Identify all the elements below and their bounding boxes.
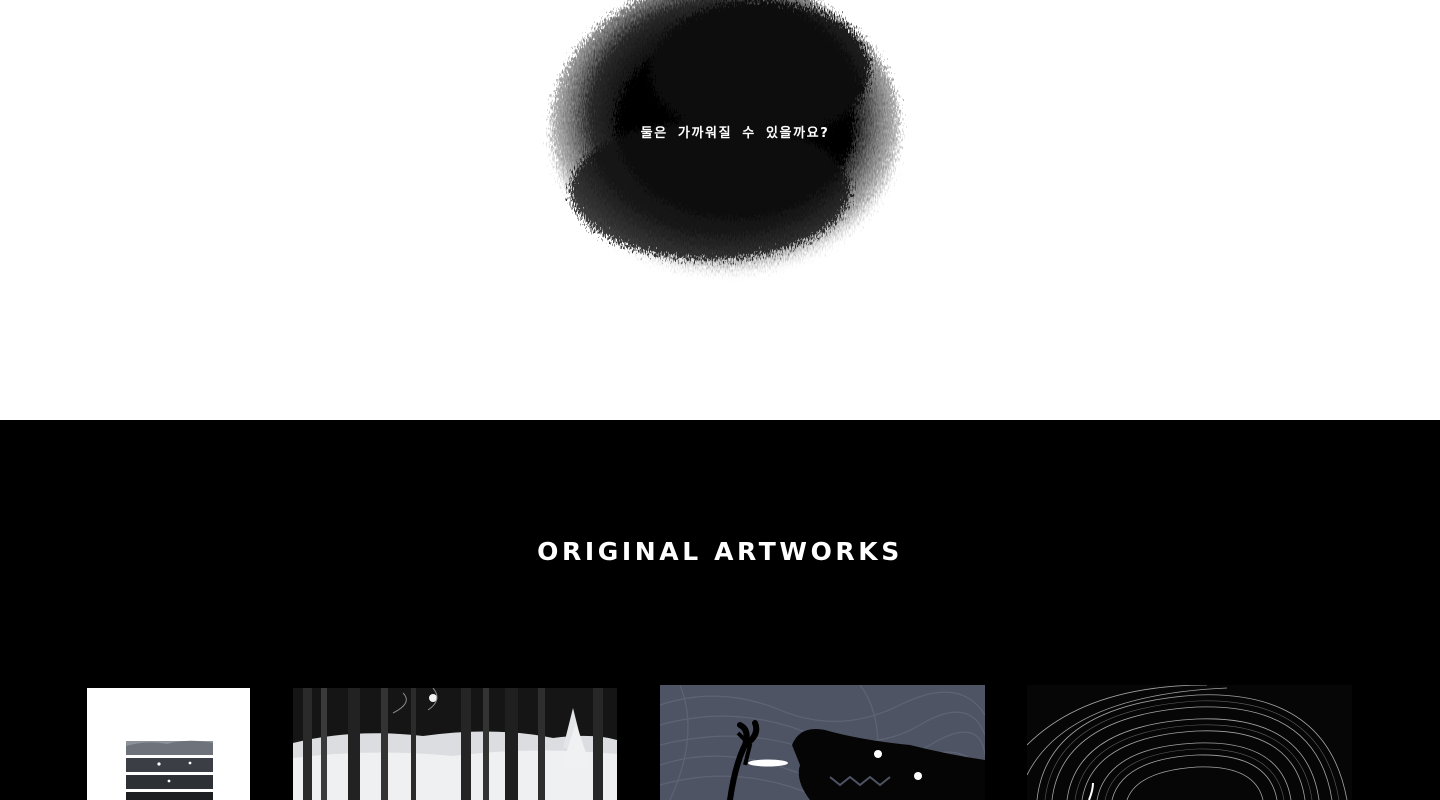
artwork-thumbnail-2[interactable] [293, 688, 617, 800]
ink-blot-illustration [530, 0, 920, 310]
snowy-forest-artwork [293, 688, 617, 800]
artwork-thumbnail-3[interactable] [660, 685, 985, 800]
page: 둘은 가까워질 수 있을까요? ORIGINAL ARTWORKS [0, 0, 1440, 800]
hero-caption: 둘은 가까워질 수 있을까요? [640, 126, 830, 141]
section-title: ORIGINAL ARTWORKS [537, 537, 903, 566]
artwork-thumbnail-4[interactable] [1027, 685, 1352, 800]
artwork-thumbnail-1[interactable] [87, 688, 250, 800]
dark-creature-artwork [660, 685, 985, 800]
layered-landscape-artwork [87, 688, 250, 800]
original-artworks-section: ORIGINAL ARTWORKS [0, 420, 1440, 800]
hero-section: 둘은 가까워질 수 있을까요? [0, 0, 1440, 420]
swirl-vortex-artwork [1027, 685, 1352, 800]
